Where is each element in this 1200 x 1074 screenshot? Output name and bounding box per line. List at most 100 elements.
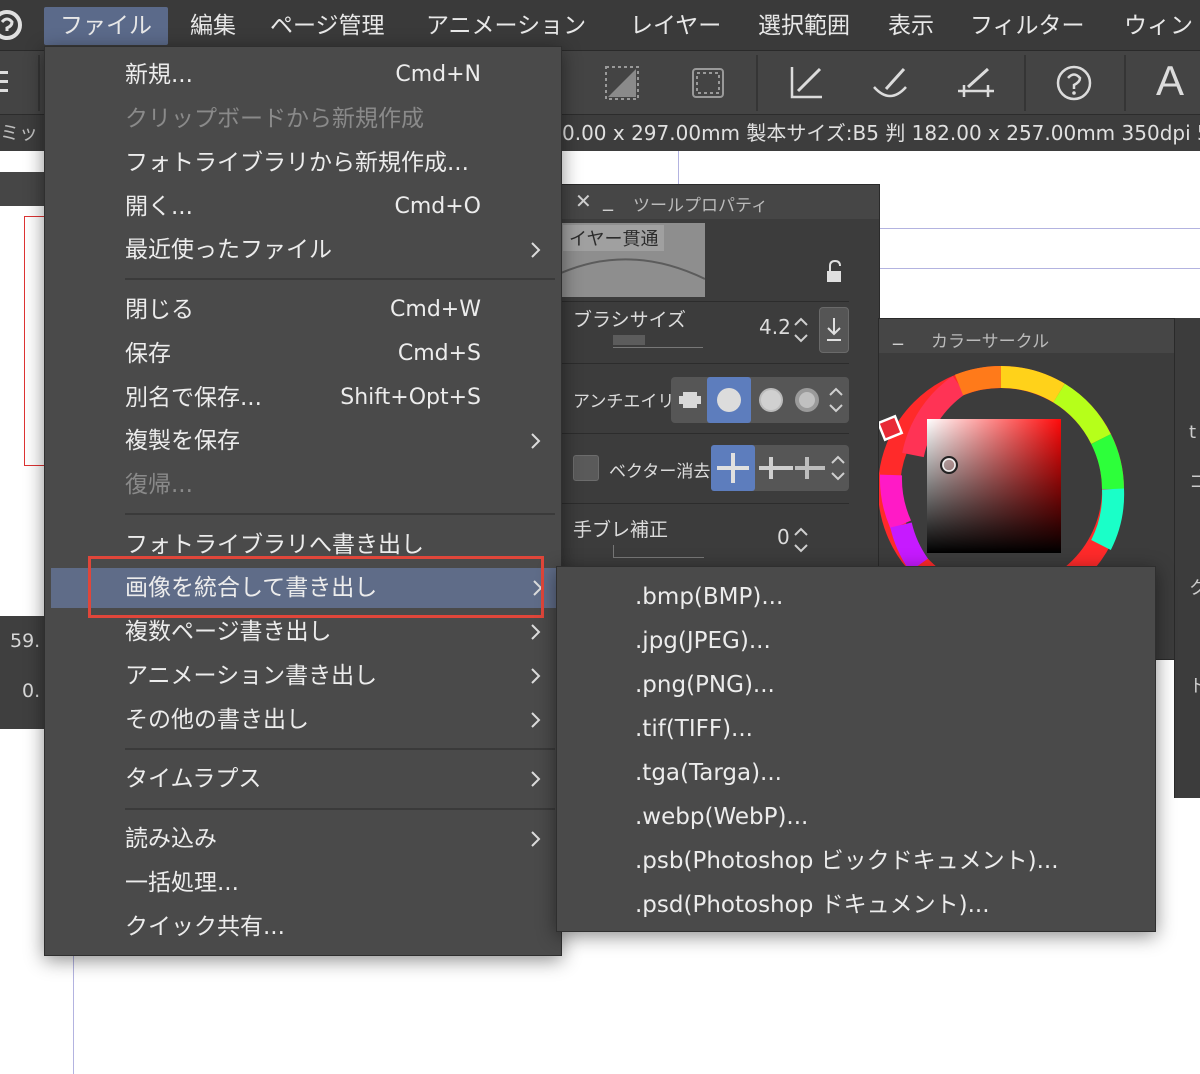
vector-erase-touched-option[interactable]	[711, 445, 755, 491]
menu-item-quick-share[interactable]: クイック共有...	[45, 907, 561, 947]
submenu-item-label: .bmp(BMP)...	[635, 584, 784, 610]
menu-item-save-duplicate[interactable]: 複製を保存	[45, 421, 561, 461]
tab-label-partial[interactable]: ミッ	[0, 115, 38, 151]
menu-item-close[interactable]: 閉じる Cmd+W	[45, 290, 561, 330]
canvas-size-info: 0.00 x 297.00mm 製本サイズ:B5 判 182.00 x 257.…	[562, 121, 1200, 145]
hamburger-icon[interactable]	[0, 69, 10, 95]
vector-erase-selector[interactable]	[711, 445, 849, 491]
menu-layer[interactable]: レイヤー	[630, 8, 721, 44]
text-tool-icon[interactable]: A	[1156, 57, 1184, 105]
menu-item-label: 閉じる	[125, 297, 194, 323]
stabilization-slider[interactable]	[613, 545, 704, 558]
menu-item-label: 保存	[125, 341, 171, 367]
menu-item-new-from-photo-library[interactable]: フォトライブラリから新規作成...	[45, 143, 561, 183]
vector-erase-whole-icon[interactable]	[793, 445, 829, 491]
chevron-right-icon	[531, 712, 541, 728]
menu-item-shortcut: Cmd+S	[397, 341, 481, 366]
menu-item-recent-files[interactable]: 最近使ったファイル	[45, 230, 561, 270]
export-format-submenu: .bmp(BMP)... .jpg(JPEG)... .png(PNG)... …	[556, 566, 1156, 932]
canvas-guide-horizontal	[878, 228, 1200, 229]
app-logo-icon	[0, 10, 22, 40]
menu-filter[interactable]: フィルター	[970, 8, 1085, 44]
fill-selection-icon[interactable]	[602, 61, 646, 105]
submenu-item-label: .tif(TIFF)...	[635, 716, 753, 742]
vector-erase-label: ベクター消去	[609, 462, 711, 482]
submenu-item-tif[interactable]: .tif(TIFF)...	[557, 707, 1155, 751]
help-icon[interactable]	[1052, 61, 1096, 105]
submenu-item-label: .psd(Photoshop ドキュメント)...	[635, 892, 990, 918]
menu-item-label: クイック共有...	[125, 914, 285, 940]
menu-item-import[interactable]: 読み込み	[45, 819, 561, 859]
menu-selection[interactable]: 選択範囲	[758, 8, 850, 44]
menu-item-new[interactable]: 新規... Cmd+N	[45, 55, 561, 95]
brush-preview[interactable]: イヤー貫通	[560, 223, 706, 297]
brush-size-download-button[interactable]	[819, 307, 849, 353]
right-panel-label: コ	[1189, 472, 1200, 493]
menu-item-save-as[interactable]: 別名で保存... Shift+Opt+S	[45, 378, 561, 418]
vector-erase-checkbox[interactable]	[573, 455, 599, 481]
menu-item-open[interactable]: 開く... Cmd+O	[45, 187, 561, 227]
brush-size-label: ブラシサイズ	[573, 309, 687, 331]
toolbar-separator	[756, 55, 758, 111]
menu-item-batch-process[interactable]: 一括処理...	[45, 863, 561, 903]
toolbar-separator	[1124, 55, 1126, 111]
menu-item-shortcut: Cmd+O	[394, 194, 481, 219]
navigator-view-frame[interactable]	[24, 216, 45, 466]
color-circle-title: カラーサークル	[931, 332, 1050, 352]
submenu-item-psd[interactable]: .psd(Photoshop ドキュメント)...	[557, 883, 1155, 927]
antialiasing-selector[interactable]	[671, 377, 849, 423]
antialias-weak-option[interactable]	[707, 377, 751, 423]
selection-rect-icon[interactable]	[686, 61, 730, 105]
close-icon[interactable]: ✕	[575, 189, 592, 213]
chevron-right-icon	[531, 624, 541, 640]
submenu-item-label: .psb(Photoshop ビックドキュメント)...	[635, 848, 1059, 874]
convert-to-vector-icon[interactable]	[786, 61, 830, 105]
brush-size-value: 4.2	[759, 315, 791, 339]
minimize-icon[interactable]: _	[893, 321, 903, 345]
menu-item-other-export[interactable]: その他の書き出し	[45, 700, 561, 740]
minimize-icon[interactable]: _	[603, 187, 613, 211]
submenu-item-psb[interactable]: .psb(Photoshop ビックドキュメント)...	[557, 839, 1155, 883]
chevron-right-icon	[531, 771, 541, 787]
panel-divider	[561, 301, 849, 302]
menu-item-label: 復帰...	[125, 472, 193, 498]
menu-animation[interactable]: アニメーション	[426, 8, 586, 44]
brush-size-slider[interactable]	[613, 335, 703, 348]
brush-stroke-icon[interactable]	[868, 61, 912, 105]
menu-item-label: クリップボードから新規作成	[125, 106, 424, 132]
menu-file[interactable]: ファイル	[44, 7, 168, 45]
stepper-chevrons-icon[interactable]	[793, 525, 809, 555]
menu-item-timelapse[interactable]: タイムラプス	[45, 759, 561, 799]
menu-item-label: 読み込み	[125, 826, 217, 852]
submenu-item-png[interactable]: .png(PNG)...	[557, 663, 1155, 707]
submenu-item-label: .jpg(JPEG)...	[635, 628, 771, 654]
menu-view[interactable]: 表示	[888, 8, 934, 44]
stepper-chevrons-icon[interactable]	[829, 453, 847, 483]
stepper-chevrons-icon[interactable]	[793, 315, 809, 345]
vector-erase-intersection-icon[interactable]	[755, 445, 797, 491]
antialias-strong-option[interactable]	[789, 377, 825, 423]
menu-item-export-animation[interactable]: アニメーション書き出し	[45, 656, 561, 696]
menu-window[interactable]: ウィン	[1124, 8, 1193, 44]
menu-page-management[interactable]: ページ管理	[270, 8, 385, 44]
antialias-none-option[interactable]	[673, 379, 707, 421]
menu-separator	[125, 808, 555, 810]
menu-item-label: 最近使ったファイル	[125, 237, 332, 263]
chevron-right-icon	[531, 831, 541, 847]
antialias-medium-option[interactable]	[753, 377, 789, 423]
menu-item-label: 開く...	[125, 194, 193, 220]
submenu-item-jpg[interactable]: .jpg(JPEG)...	[557, 619, 1155, 663]
menu-item-export-multiple-pages[interactable]: 複数ページ書き出し	[45, 612, 561, 652]
submenu-item-tga[interactable]: .tga(Targa)...	[557, 751, 1155, 795]
menu-item-label: 新規...	[125, 62, 193, 88]
lock-icon[interactable]	[821, 259, 847, 285]
menu-item-save[interactable]: 保存 Cmd+S	[45, 334, 561, 374]
submenu-item-bmp[interactable]: .bmp(BMP)...	[557, 575, 1155, 619]
stepper-chevrons-icon[interactable]	[827, 385, 845, 415]
submenu-item-webp[interactable]: .webp(WebP)...	[557, 795, 1155, 839]
menu-item-label: その他の書き出し	[125, 707, 309, 733]
menu-item-label: タイムラプス	[125, 766, 262, 792]
menu-edit[interactable]: 編集	[190, 8, 236, 44]
toolbar-separator	[1024, 55, 1026, 111]
ruler-icon[interactable]	[954, 61, 998, 105]
